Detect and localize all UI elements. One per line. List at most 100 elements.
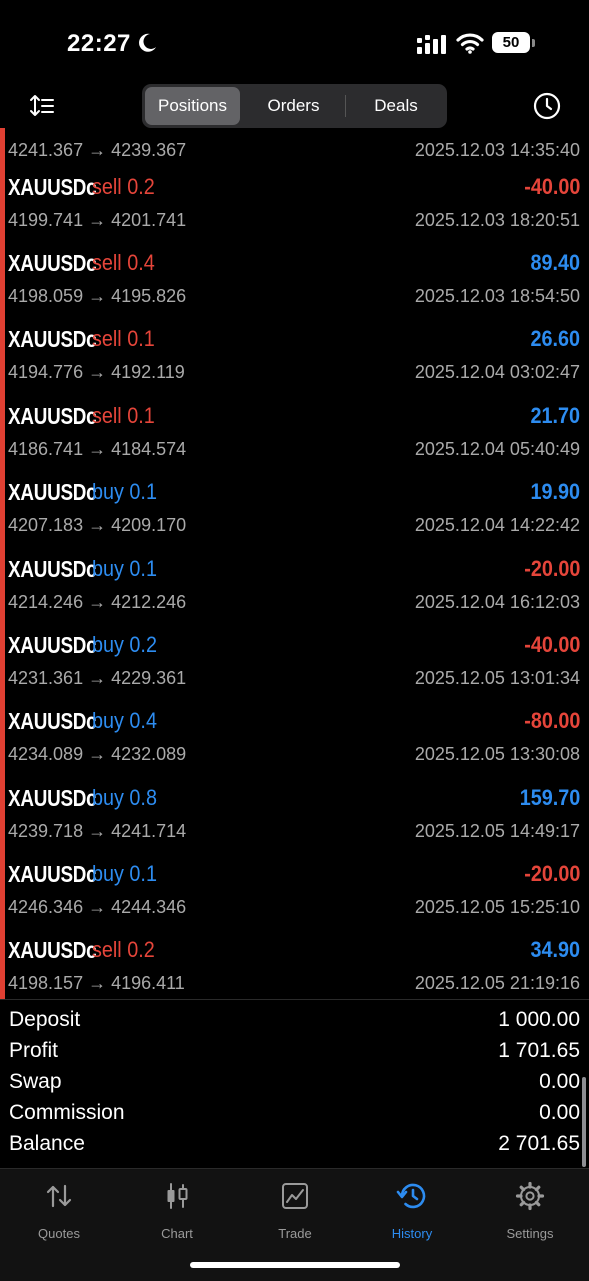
deal-side: buy 0.1 [92,479,157,504]
moon-icon [139,33,156,52]
list-item[interactable]: XAUUSDc buy 0.2 -40.00 4231.361 → 4229.3… [0,624,589,700]
deal-profit: -40.00 [523,632,580,657]
scrollbar[interactable] [582,1077,586,1167]
deal-side: buy 0.1 [92,556,157,581]
deal-prices: 4194.776 → 4192.119 [8,362,185,382]
deal-symbol: XAUUSDc [8,937,97,963]
clock-icon[interactable] [532,91,562,121]
tab-history[interactable]: History [353,1179,471,1241]
tab-quotes[interactable]: Quotes [0,1179,118,1241]
signal-icon [417,35,446,54]
segmented-control: Positions Orders Deals [142,84,447,128]
deal-side: buy 0.2 [92,632,157,657]
home-indicator[interactable] [190,1262,400,1268]
history-icon [396,1183,426,1209]
summary-balance: Balance 2 701.65 [0,1130,589,1161]
summary-profit: Profit 1 701.65 [0,1037,589,1068]
list-item[interactable]: XAUUSDc sell 0.2 -40.00 4199.741 → 4201.… [0,166,589,242]
deal-side: sell 0.2 [92,937,155,962]
deal-symbol: XAUUSDc [8,479,97,505]
deal-prices: 4234.089 → 4232.089 [8,744,187,764]
deal-list[interactable]: 4241.367 → 4239.367 2025.12.03 14:35:40 … [0,128,589,999]
deal-symbol: XAUUSDc [8,174,97,200]
tab-chart[interactable]: Chart [118,1179,236,1241]
summary-swap: Swap 0.00 [0,1068,589,1099]
quotes-icon [46,1184,72,1208]
deal-time: 2025.12.03 18:54:50 [414,286,580,306]
list-item[interactable]: XAUUSDc buy 0.1 19.90 4207.183 → 4209.17… [0,471,589,547]
deal-prices: 4198.059 → 4195.826 [8,286,187,306]
tab-orders[interactable]: Orders [243,87,344,125]
deal-side: sell 0.2 [92,174,155,199]
deal-symbol: XAUUSDc [8,326,97,352]
deal-profit: 159.70 [519,785,580,810]
header: Positions Orders Deals [0,84,589,128]
trade-icon [282,1183,308,1209]
deal-symbol: XAUUSDc [8,785,97,811]
deal-prices: 4239.718 → 4241.714 [8,821,187,841]
deal-profit: 19.90 [530,479,580,504]
tab-settings[interactable]: Settings [471,1179,589,1241]
settings-icon [515,1181,545,1211]
deal-time: 2025.12.04 03:02:47 [414,362,580,382]
list-item[interactable]: XAUUSDc sell 0.1 21.70 4186.741 → 4184.5… [0,395,589,471]
deal-side: sell 0.1 [92,403,155,428]
deal-profit: -20.00 [523,861,580,886]
sort-icon[interactable] [28,92,56,120]
status-bar: 22:27 50 [0,0,589,84]
deal-time: 2025.12.03 14:35:40 [414,140,580,160]
deal-prices: 4241.367 → 4239.367 [8,140,187,160]
deal-symbol: XAUUSDc [8,861,97,887]
summary-label: Profit [9,1039,59,1062]
deal-side: buy 0.8 [92,785,157,810]
tab-label: Trade [278,1226,312,1241]
wifi-icon [456,33,484,54]
summary-deposit: Deposit 1 000.00 [0,1006,589,1037]
deal-prices: 4207.183 → 4209.170 [8,515,187,535]
tab-positions[interactable]: Positions [145,87,240,125]
summary-value: 0.00 [539,1070,580,1093]
list-item[interactable]: XAUUSDc sell 0.2 34.90 4198.157 → 4196.4… [0,929,589,999]
summary-commission: Commission 0.00 [0,1099,589,1130]
tab-deals[interactable]: Deals [346,87,446,125]
summary-label: Deposit [9,1008,81,1031]
deal-symbol: XAUUSDc [8,708,97,734]
deal-side: sell 0.1 [92,326,155,351]
summary-label: Balance [9,1132,85,1155]
deal-time: 2025.12.05 13:01:34 [414,668,580,688]
tab-label: History [391,1226,433,1241]
deal-prices: 4198.157 → 4196.411 [8,973,185,993]
tab-trade[interactable]: Trade [236,1179,354,1241]
summary-value: 2 701.65 [498,1132,580,1155]
deal-side: buy 0.4 [92,708,157,733]
summary-label: Swap [9,1070,62,1093]
deal-time: 2025.12.04 05:40:49 [414,439,580,459]
list-item[interactable]: XAUUSDc buy 0.1 -20.00 4246.346 → 4244.3… [0,853,589,929]
deal-profit: 26.60 [530,326,580,351]
deal-prices: 4214.246 → 4212.246 [8,592,187,612]
summary-label: Commission [9,1101,125,1124]
list-item[interactable]: XAUUSDc buy 0.4 -80.00 4234.089 → 4232.0… [0,700,589,776]
list-item[interactable]: XAUUSDc buy 0.8 159.70 4239.718 → 4241.7… [0,777,589,853]
tab-label: Settings [506,1226,554,1241]
deal-side: buy 0.1 [92,861,157,886]
deal-profit: 34.90 [530,937,580,962]
deal-time: 2025.12.04 14:22:42 [414,515,580,535]
battery-icon: 50 [492,32,536,54]
deal-prices: 4199.741 → 4201.741 [8,210,187,230]
chart-icon [167,1183,188,1209]
status-time: 22:27 [67,30,131,57]
deal-time: 2025.12.04 16:12:03 [414,592,580,612]
deal-profit: -80.00 [523,708,580,733]
deal-time: 2025.12.05 13:30:08 [414,744,580,764]
summary-value: 1 000.00 [498,1008,580,1031]
deal-side: sell 0.4 [92,250,155,275]
deal-symbol: XAUUSDc [8,250,97,276]
list-item[interactable]: XAUUSDc sell 0.1 26.60 4194.776 → 4192.1… [0,318,589,394]
deal-time: 2025.12.05 21:19:16 [414,973,580,993]
tab-label: Chart [161,1226,193,1241]
list-item[interactable]: XAUUSDc buy 0.1 -20.00 4214.246 → 4212.2… [0,548,589,624]
deal-profit: 89.40 [530,250,580,275]
deal-profit: -40.00 [523,174,580,199]
list-item[interactable]: XAUUSDc sell 0.4 89.40 4198.059 → 4195.8… [0,242,589,318]
